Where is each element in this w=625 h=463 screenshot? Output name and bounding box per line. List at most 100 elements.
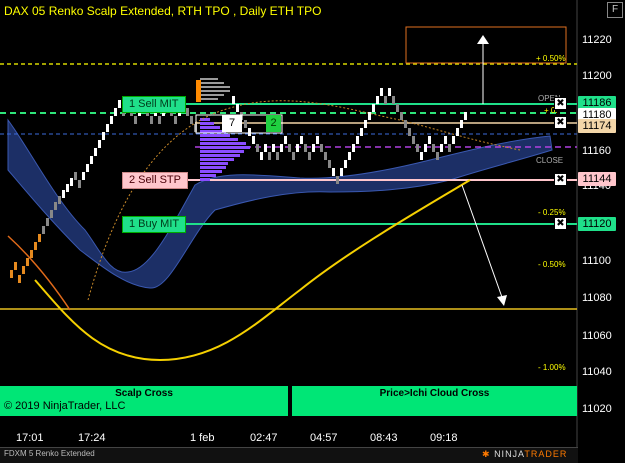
long-moving-average <box>34 179 471 362</box>
pct-label-minus-half: - 0.50% <box>538 260 566 269</box>
price-tick-label: 11060 <box>582 330 612 342</box>
renko-brick-55 <box>264 144 267 152</box>
renko-brick-9 <box>46 218 49 226</box>
renko-brick-19 <box>86 164 89 172</box>
tpo-row-11 <box>200 162 228 165</box>
renko-brick-81 <box>368 112 371 120</box>
renko-brick-48 <box>236 104 239 112</box>
price-tick-label: 11020 <box>582 403 612 415</box>
position-qty-box[interactable]: 7 <box>222 115 242 132</box>
renko-brick-77 <box>352 144 355 152</box>
time-tick-label: 02:47 <box>250 432 278 444</box>
renko-brick-76 <box>348 152 351 160</box>
renko-brick-69 <box>320 144 323 152</box>
entry-marker <box>196 80 201 102</box>
time-tick-label: 09:18 <box>430 432 458 444</box>
renko-brick-50 <box>244 120 247 128</box>
renko-brick-75 <box>344 160 347 168</box>
renko-brick-11 <box>54 202 57 210</box>
price-tick-label: 11040 <box>582 366 612 378</box>
time-tick-label: 08:43 <box>370 432 398 444</box>
close-position-icon[interactable]: ✖ <box>554 116 567 129</box>
renko-brick-7 <box>38 234 41 242</box>
close-buy-mit-icon[interactable]: ✖ <box>554 217 567 230</box>
tpo-row-10 <box>200 158 234 161</box>
renko-brick-99 <box>440 144 443 152</box>
sell-mit-order[interactable]: 1 Sell MIT <box>122 96 186 113</box>
tpo-row-15 <box>200 178 210 181</box>
up-arrow-head-icon <box>477 35 489 44</box>
tpo-row-4 <box>200 134 230 137</box>
renko-brick-78 <box>356 136 359 144</box>
renko-brick-100 <box>444 136 447 144</box>
renko-brick-58 <box>276 152 279 160</box>
renko-brick-103 <box>456 128 459 136</box>
logo-suffix: TRADER <box>524 449 568 459</box>
renko-brick-3 <box>22 266 25 274</box>
renko-brick-14 <box>66 184 69 192</box>
renko-brick-90 <box>404 120 407 128</box>
renko-brick-17 <box>78 180 81 188</box>
renko-brick-79 <box>360 128 363 136</box>
renko-brick-35 <box>150 116 153 124</box>
renko-brick-71 <box>328 160 331 168</box>
renko-brick-31 <box>134 116 137 124</box>
renko-brick-10 <box>50 210 53 218</box>
close-sell-mit-icon[interactable]: ✖ <box>554 97 567 110</box>
renko-brick-2 <box>18 275 21 283</box>
tpo-top-row-1 <box>200 82 224 84</box>
ninjatrader-logo: ✱ NINJATRADER <box>482 449 567 460</box>
level-price-tag: 11174 <box>578 119 616 133</box>
time-tick-label: 1 feb <box>190 432 215 444</box>
renko-brick-98 <box>436 152 439 160</box>
renko-brick-57 <box>272 144 275 152</box>
renko-brick-20 <box>90 156 93 164</box>
sell-stop-price-tag: 11144 <box>578 172 616 186</box>
price-tick-label: 11100 <box>582 255 611 267</box>
renko-brick-23 <box>102 132 105 140</box>
pct-label-plus-half: + 0.50% <box>536 54 566 63</box>
renko-brick-93 <box>416 144 419 152</box>
tpo-top-row-5 <box>200 98 218 100</box>
renko-brick-80 <box>364 120 367 128</box>
renko-brick-84 <box>380 88 383 96</box>
close-sell-stop-icon[interactable]: ✖ <box>554 173 567 186</box>
properties-button[interactable]: F <box>607 2 623 18</box>
renko-brick-73 <box>336 176 339 184</box>
tpo-row-5 <box>200 138 238 141</box>
renko-brick-6 <box>34 242 37 250</box>
renko-brick-67 <box>312 144 315 152</box>
renko-brick-51 <box>248 128 251 136</box>
tpo-top-row-4 <box>200 94 224 96</box>
tpo-row-2 <box>200 126 220 129</box>
renko-brick-5 <box>30 250 33 258</box>
position-qty-box-green[interactable]: 2 <box>266 115 281 132</box>
buy-mit-order[interactable]: 1 Buy MIT <box>122 216 187 233</box>
renko-brick-105 <box>464 112 467 120</box>
renko-brick-27 <box>118 100 121 108</box>
tpo-top-row-3 <box>200 90 230 92</box>
renko-brick-44 <box>186 108 189 116</box>
tpo-row-13 <box>200 170 222 173</box>
price-tick-label: 11080 <box>582 292 612 304</box>
renko-brick-101 <box>448 144 451 152</box>
renko-brick-61 <box>288 144 291 152</box>
price-tick-label: 11160 <box>582 145 611 157</box>
down-arrow-line <box>461 184 504 301</box>
sell-stop-order[interactable]: 2 Sell STP <box>122 172 188 189</box>
renko-brick-91 <box>408 128 411 136</box>
chart-title: DAX 05 Renko Scalp Extended, RTH TPO , D… <box>4 4 322 18</box>
renko-brick-24 <box>106 124 109 132</box>
renko-brick-18 <box>82 172 85 180</box>
renko-brick-92 <box>412 136 415 144</box>
tpo-row-9 <box>200 154 240 157</box>
renko-brick-87 <box>392 96 395 104</box>
renko-brick-102 <box>452 136 455 144</box>
instrument-label: FDXM 5 Renko Extended <box>4 449 95 458</box>
close-label: CLOSE <box>536 156 564 165</box>
tpo-row-6 <box>200 142 246 145</box>
time-tick-label: 04:57 <box>310 432 338 444</box>
copyright-text: © 2019 NinjaTrader, LLC <box>4 400 126 412</box>
renko-brick-94 <box>420 152 423 160</box>
renko-brick-66 <box>308 152 311 160</box>
